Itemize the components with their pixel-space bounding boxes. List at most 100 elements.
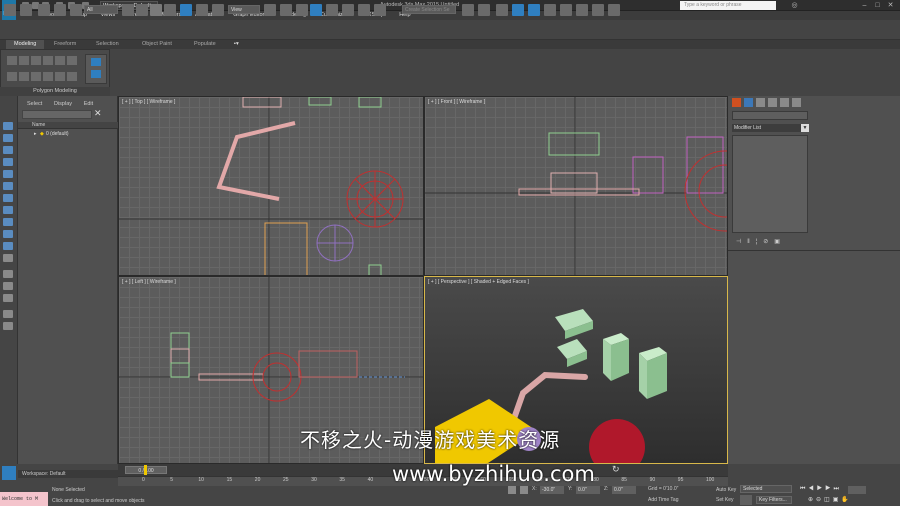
navigation-controls[interactable]: ⊕⊖◫▣✋ [808,496,868,504]
ribbon-tool-icon[interactable] [7,72,17,81]
display-none-icon[interactable] [3,122,13,130]
unlink-icon[interactable] [54,4,66,16]
modifier-list-dropdown[interactable]: Modifier List [732,124,806,132]
tab-freeform[interactable]: Freeform [46,40,84,49]
select-by-name-icon[interactable] [136,4,148,16]
ribbon-tool-icon[interactable] [67,72,77,81]
ribbon-tool-icon[interactable] [19,72,29,81]
sort-icon[interactable] [3,310,13,318]
key-mode-dropdown[interactable]: Selected [740,485,792,493]
maximize-button[interactable]: □ [873,1,882,10]
scene-search-input[interactable] [22,110,92,119]
modify-tab-icon[interactable] [744,98,753,107]
edit-named-selection-icon[interactable] [374,4,386,16]
display-space-warps-icon[interactable] [3,206,13,214]
tab-object-paint[interactable]: Object Paint [134,40,180,49]
select-rotate-icon[interactable] [196,4,208,16]
display-lights-icon[interactable] [3,170,13,178]
selection-filter-dropdown[interactable]: All [84,5,118,14]
rendered-frame-window-icon[interactable] [592,4,604,16]
display-helpers-icon[interactable] [3,194,13,202]
workspace-tab[interactable]: Workspace: Default [18,470,118,478]
ribbon-tool-icon[interactable] [31,72,41,81]
undo-icon[interactable] [4,4,16,16]
set-key-label[interactable]: Set Key [716,497,734,503]
display-bones-icon[interactable] [3,242,13,250]
modifier-stack[interactable] [732,135,808,233]
material-editor-icon[interactable] [560,4,572,16]
window-crossing-icon[interactable] [164,4,176,16]
key-filters-button[interactable]: Key Filters... [756,496,792,504]
keyboard-shortcut-icon[interactable] [296,4,308,16]
close-button[interactable]: ✕ [886,1,895,10]
chevron-down-icon[interactable]: ▼ [801,124,809,132]
column-header[interactable]: Name [18,122,118,129]
tab-populate[interactable]: Populate [186,40,224,49]
ribbon-tool-icon[interactable] [67,56,77,65]
all-objects-icon[interactable] [3,294,13,302]
select-object-icon[interactable] [122,4,134,16]
named-selection-sets-dropdown[interactable]: Create Selection Se [402,5,456,14]
ribbon-tool-icon[interactable] [43,72,53,81]
utilities-tab-icon[interactable] [792,98,801,107]
link-icon[interactable] [38,4,50,16]
add-time-tag-button[interactable]: Add Time Tag [648,497,678,503]
expand-icon[interactable]: ▸ [34,131,37,137]
ribbon-tool-icon[interactable] [31,56,41,65]
menu-display[interactable]: Display [49,99,77,109]
create-tab-icon[interactable] [732,98,741,107]
layer-explorer-icon[interactable] [496,4,508,16]
ribbon-tool-icon[interactable] [55,56,65,65]
manipulate-icon[interactable] [280,4,292,16]
set-key-icon[interactable] [740,495,752,505]
key-mode-icon[interactable]: ↻ [612,464,620,475]
x-coordinate-field[interactable]: -30.0" [540,486,564,494]
absolute-mode-icon[interactable] [520,486,528,494]
redo-icon[interactable] [20,4,32,16]
minimize-button[interactable]: – [860,1,869,10]
viewport-layout-icon[interactable] [2,466,16,480]
stack-tools[interactable]: ⊣‖¦⊘▣ [736,238,806,246]
display-xrefs-icon[interactable] [3,230,13,238]
mirror-icon[interactable] [462,4,474,16]
auto-key-label[interactable]: Auto Key [716,487,736,493]
ribbon-options-icon[interactable]: ▪▾ [226,40,247,49]
display-cameras-icon[interactable] [3,182,13,190]
display-shapes-icon[interactable] [3,158,13,166]
display-geometry-icon[interactable] [3,146,13,154]
hidden-icon[interactable] [3,282,13,290]
viewport-front[interactable]: [ + ] [ Front ] [ Wireframe ] [424,96,728,276]
percent-snap-icon[interactable] [342,4,354,16]
object-name-input[interactable] [732,111,808,120]
select-move-icon[interactable] [180,4,192,16]
bind-space-warp-icon[interactable] [70,4,82,16]
tab-modeling[interactable]: Modeling [6,40,45,49]
y-coordinate-field[interactable]: 0.0" [576,486,600,494]
filter-icon[interactable] [3,322,13,330]
snaps-toggle-icon[interactable] [310,4,322,16]
pivot-center-icon[interactable] [264,4,276,16]
menu-select[interactable]: Select [22,99,47,109]
z-coordinate-field[interactable]: 0.0" [612,486,636,494]
spinner-snap-icon[interactable] [358,4,370,16]
viewport-top[interactable]: [ + ] [ Top ] [ Wireframe ] [118,96,424,276]
angle-snap-icon[interactable] [326,4,338,16]
reference-coordinate-dropdown[interactable]: View [228,5,260,14]
display-tab-icon[interactable] [780,98,789,107]
ribbon-stack-icon[interactable] [85,54,107,84]
display-groups-icon[interactable] [3,218,13,226]
ribbon-tool-icon[interactable] [43,56,53,65]
schematic-view-icon[interactable] [544,4,556,16]
frozen-icon[interactable] [3,270,13,278]
display-all-icon[interactable] [3,134,13,142]
playback-controls[interactable]: ⏮◀▶▶⏭ [800,486,842,493]
motion-tab-icon[interactable] [768,98,777,107]
layer-row[interactable]: ▸ ◆ 0 (default) [18,130,118,138]
graphite-ribbon-icon[interactable] [512,4,524,16]
ribbon-tool-icon[interactable] [19,56,29,65]
search-input[interactable]: Type a keyword or phrase [680,1,776,10]
display-containers-icon[interactable] [3,254,13,262]
tab-selection[interactable]: Selection [88,40,127,49]
render-setup-icon[interactable] [576,4,588,16]
maxscript-listener[interactable]: Welcome to M [0,492,48,506]
